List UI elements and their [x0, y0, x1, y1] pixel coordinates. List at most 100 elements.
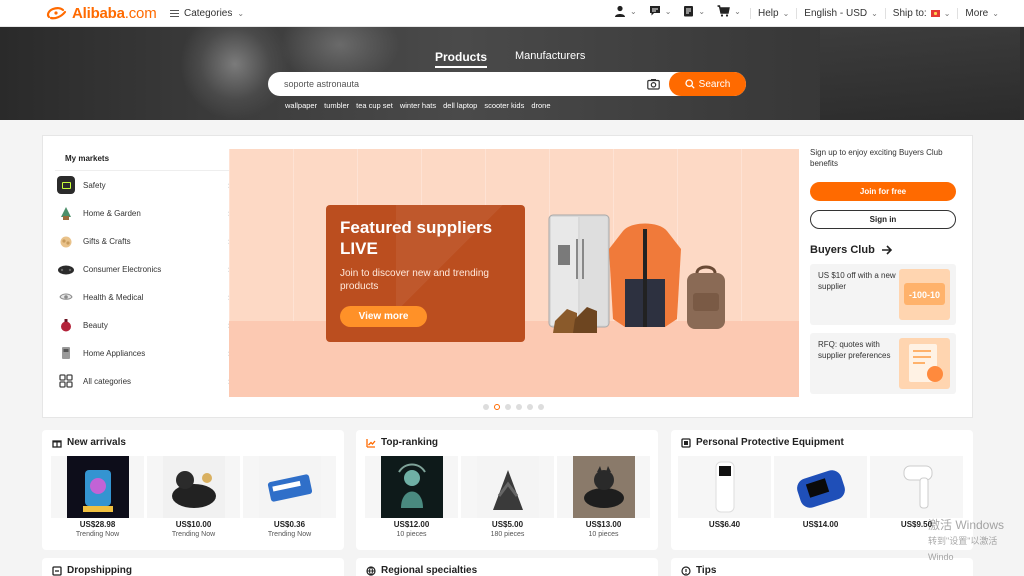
market-item-home-garden[interactable]: Home & Garden › — [55, 199, 233, 227]
product-tile[interactable] — [243, 456, 336, 518]
product-price: US$28.98 — [79, 520, 116, 529]
rfq-icon — [899, 338, 950, 389]
watermark-line1: 激活 Windows — [928, 518, 1005, 532]
more-label: More — [965, 8, 989, 19]
nav-icons: ⌄ ⌄ ⌄ ⌄ — [614, 5, 741, 17]
orders-icon — [684, 6, 694, 17]
categories-label: Categories — [184, 8, 233, 19]
ppe-header[interactable]: Personal Protective Equipment — [681, 437, 844, 448]
product-price: US$0.36 — [273, 520, 306, 529]
markets-title: My markets — [55, 146, 233, 171]
carousel-dots — [483, 404, 544, 410]
market-item-home-appliances[interactable]: Home Appliances › — [55, 339, 233, 367]
product-tile[interactable] — [365, 456, 458, 518]
coupon-card[interactable]: US $10 off with a new supplier -100-10 — [810, 264, 956, 325]
buyers-club-link[interactable]: Buyers Club — [810, 244, 958, 256]
ship-to-menu[interactable]: Ship to: ⌄ — [884, 8, 958, 19]
camera-icon[interactable] — [647, 78, 660, 90]
card-title: Dropshipping — [67, 565, 132, 576]
banner-title: Featured suppliers LIVE — [340, 218, 493, 258]
search-input[interactable] — [284, 76, 644, 92]
messages-menu[interactable]: ⌄ — [649, 5, 671, 17]
join-free-button[interactable]: Join for free — [810, 182, 956, 201]
electronics-icon — [57, 260, 75, 278]
regional-specialties-header[interactable]: Regional specialties — [366, 565, 477, 576]
beauty-icon — [57, 316, 75, 334]
tab-manufacturers[interactable]: Manufacturers — [515, 49, 585, 68]
chevron-down-icon: ⌄ — [992, 9, 999, 18]
all-categories-icon — [57, 372, 75, 390]
carousel-dot-active[interactable] — [494, 404, 500, 410]
language-menu[interactable]: English - USD ⌄ — [796, 8, 885, 19]
market-item-label: Gifts & Crafts — [83, 236, 131, 246]
new-arrivals-header[interactable]: New arrivals — [52, 437, 126, 448]
globe-icon — [366, 565, 376, 576]
help-menu[interactable]: Help ⌄ — [750, 8, 796, 19]
hero-background-image — [820, 27, 1020, 120]
product-price: US$12.00 — [393, 520, 430, 529]
product-price: US$13.00 — [585, 520, 622, 529]
market-item-consumer-electronics[interactable]: Consumer Electronics › — [55, 255, 233, 283]
product-tile[interactable] — [557, 456, 650, 518]
hot-search-link[interactable]: drone — [531, 101, 550, 110]
carousel-dot[interactable] — [527, 404, 533, 410]
carousel-dot[interactable] — [483, 404, 489, 410]
product-tile[interactable] — [147, 456, 240, 518]
market-item-beauty[interactable]: Beauty › — [55, 311, 233, 339]
product-image — [693, 456, 756, 518]
market-item-safety[interactable]: Safety › — [55, 171, 233, 199]
product-subtext: Trending Now — [171, 531, 216, 538]
cart-menu[interactable]: ⌄ — [717, 5, 741, 17]
carousel-dot[interactable] — [538, 404, 544, 410]
promo-banner[interactable]: Featured suppliers LIVE Join to discover… — [229, 149, 799, 397]
alibaba-logo[interactable]: Alibaba.com — [46, 5, 157, 22]
product-image — [789, 456, 852, 518]
hot-search-link[interactable]: winter hats — [400, 101, 436, 110]
categories-menu[interactable]: Categories ⌄ — [170, 8, 244, 19]
product-tile[interactable] — [51, 456, 144, 518]
view-more-button[interactable]: View more — [340, 306, 427, 327]
market-item-label: Health & Medical — [83, 292, 144, 302]
arrow-right-icon — [881, 245, 892, 255]
product-tile[interactable] — [870, 456, 963, 518]
market-item-health-medical[interactable]: Health & Medical › — [55, 283, 233, 311]
product-image — [885, 456, 948, 518]
windows-activation-watermark: 激活 Windows 转到"设置"以激活 Windo — [928, 517, 1024, 565]
nav-right: Help ⌄ English - USD ⌄ Ship to: ⌄ More ⌄ — [750, 8, 1006, 19]
hot-search-link[interactable]: dell laptop — [443, 101, 477, 110]
rfq-card[interactable]: RFQ: quotes with supplier preferences — [810, 333, 956, 394]
market-item-all-categories[interactable]: All categories › — [55, 367, 233, 395]
product-image — [380, 456, 443, 518]
hot-search-link[interactable]: scooter kids — [484, 101, 524, 110]
tips-header[interactable]: Tips — [681, 565, 716, 576]
market-item-gifts-crafts[interactable]: Gifts & Crafts › — [55, 227, 233, 255]
more-menu[interactable]: More ⌄ — [957, 8, 1006, 19]
dropshipping-icon — [52, 565, 62, 576]
tab-products[interactable]: Products — [435, 49, 488, 68]
banner-subtitle: Join to discover new and trending produc… — [340, 268, 489, 292]
orders-menu[interactable]: ⌄ — [683, 5, 705, 17]
top-nav: Alibaba.com Categories ⌄ ⌄ ⌄ ⌄ ⌄ Help ⌄ E… — [0, 0, 1024, 27]
tips-icon — [681, 565, 691, 576]
chevron-down-icon: ⌄ — [237, 9, 245, 18]
banner-products-image — [548, 214, 725, 333]
hot-search-link[interactable]: wallpaper — [285, 101, 317, 110]
logo-text: Alibaba — [72, 5, 125, 22]
dropshipping-header[interactable]: Dropshipping — [52, 565, 132, 576]
home-garden-icon — [57, 204, 75, 222]
hot-search-link[interactable]: tea cup set — [356, 101, 393, 110]
account-menu[interactable]: ⌄ — [614, 5, 637, 17]
card-title: Tips — [696, 565, 717, 576]
search-button[interactable]: Search — [669, 72, 746, 96]
cart-icon — [717, 5, 730, 17]
product-tile[interactable] — [678, 456, 771, 518]
chevron-down-icon: ⌄ — [943, 9, 951, 18]
chevron-down-icon: ⌄ — [734, 6, 741, 16]
product-tile[interactable] — [461, 456, 554, 518]
top-ranking-header[interactable]: Top-ranking — [366, 437, 438, 448]
hot-search-link[interactable]: tumbler — [324, 101, 349, 110]
carousel-dot[interactable] — [505, 404, 511, 410]
product-tile[interactable] — [774, 456, 867, 518]
carousel-dot[interactable] — [516, 404, 522, 410]
sign-in-button[interactable]: Sign in — [810, 210, 956, 229]
